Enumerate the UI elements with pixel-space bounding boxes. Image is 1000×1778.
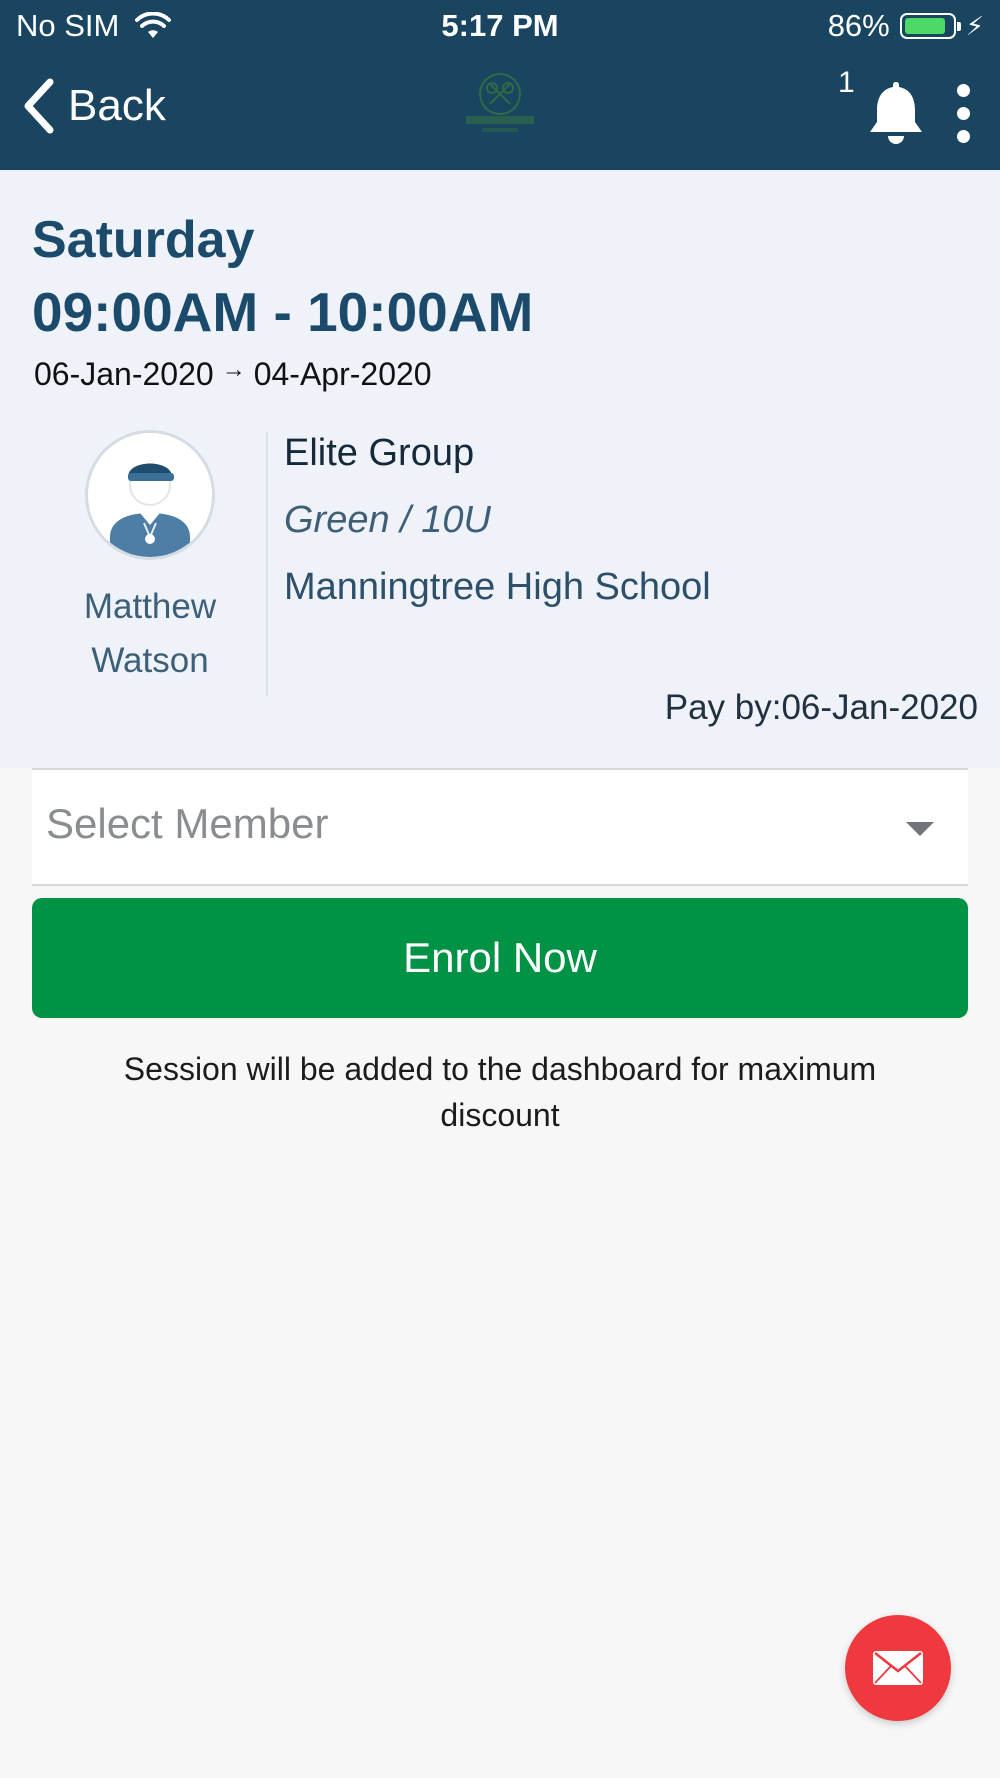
back-label: Back — [68, 81, 166, 130]
bell-icon — [870, 82, 922, 144]
group-name: Elite Group — [284, 432, 475, 474]
status-bar: No SIM 5:17 PM 86% ⚡ — [0, 0, 1000, 54]
session-date-range: 06-Jan-2020 → 04-Apr-2020 — [34, 356, 432, 393]
header-bar: No SIM 5:17 PM 86% ⚡ Back 1 — [0, 0, 1000, 170]
more-menu-button[interactable] — [948, 84, 978, 154]
back-button[interactable]: Back — [20, 78, 166, 134]
notification-count: 1 — [838, 66, 855, 99]
session-time-range: 09:00AM - 10:00AM — [32, 281, 534, 343]
venue-name: Manningtree High School — [284, 566, 711, 608]
chevron-left-icon — [24, 78, 54, 134]
pay-by-date: Pay by:06-Jan-2020 — [664, 688, 978, 727]
battery-icon — [899, 13, 961, 39]
start-date: 06-Jan-2020 — [34, 356, 214, 392]
coach-first-name: Matthew — [83, 587, 217, 626]
envelope-icon — [873, 1651, 923, 1685]
caret-down-icon — [906, 822, 934, 836]
coach-avatar-icon — [88, 433, 212, 557]
discount-note: Session will be added to the dashboard f… — [123, 1051, 877, 1133]
session-day: Saturday — [32, 211, 255, 269]
message-fab-button[interactable] — [845, 1615, 951, 1721]
nav-bar: Back 1 — [0, 54, 1000, 170]
session-details-card: Saturday 09:00AM - 10:00AM 06-Jan-2020 →… — [0, 170, 1000, 768]
member-select[interactable]: Select Member — [32, 768, 968, 886]
brand-logo — [466, 73, 534, 132]
coach-avatar — [85, 430, 215, 560]
coach-last-name: Watson — [91, 641, 209, 680]
vertical-divider — [266, 432, 268, 696]
coach-profile[interactable]: Matthew Watson — [60, 430, 240, 688]
coach-name: Matthew Watson — [60, 580, 240, 688]
group-level: Green / 10U — [284, 499, 491, 541]
arrow-right-icon: → — [221, 356, 246, 383]
status-right: 86% ⚡ — [828, 8, 984, 44]
battery-percent: 86% — [827, 8, 890, 43]
notifications-button[interactable]: 1 — [838, 64, 928, 154]
enrol-now-button[interactable]: Enrol Now — [32, 898, 968, 1018]
charging-bolt-icon: ⚡ — [965, 10, 984, 41]
end-date: 04-Apr-2020 — [253, 356, 432, 392]
session-info: Elite Group Green / 10U Manningtree High… — [284, 432, 711, 609]
battery-fill — [904, 18, 945, 34]
member-select-placeholder: Select Member — [46, 800, 329, 847]
more-vertical-icon — [956, 84, 970, 97]
